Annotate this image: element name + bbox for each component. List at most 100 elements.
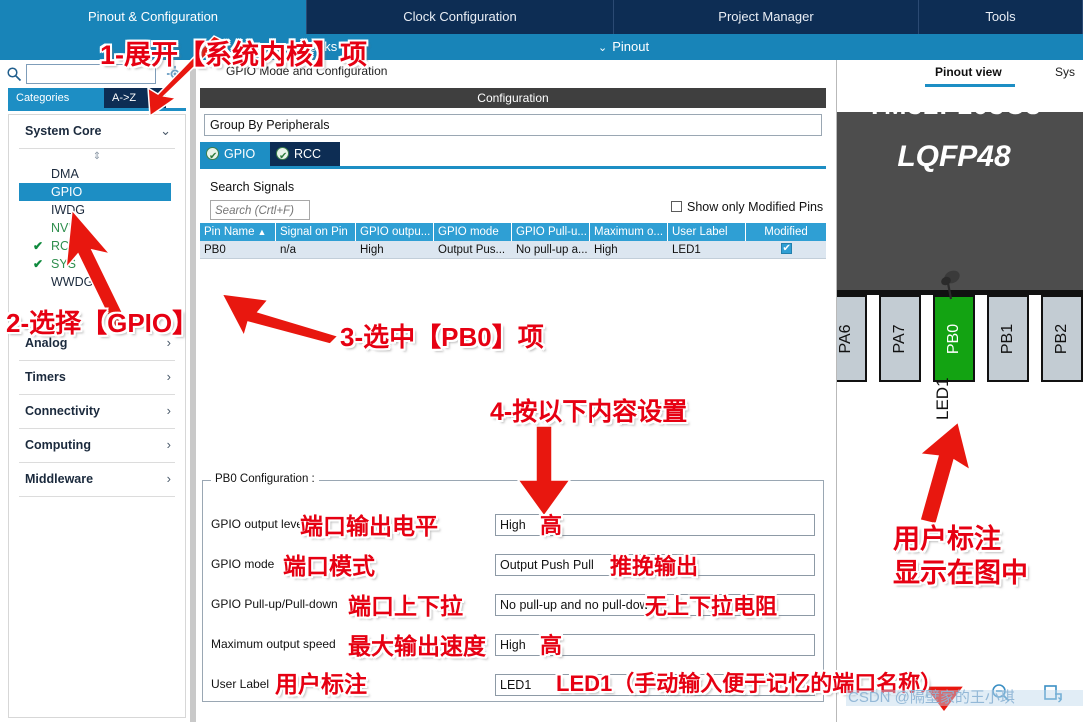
pin-label: PA6 xyxy=(837,323,854,354)
sidebar-group-middleware[interactable]: Middleware › xyxy=(19,463,175,497)
chevron-right-icon: › xyxy=(166,471,171,486)
tab-system-view[interactable]: Sys xyxy=(1055,65,1075,79)
col-signal-on-pin[interactable]: Signal on Pin xyxy=(276,223,356,241)
pin-label: PB1 xyxy=(999,323,1016,354)
sidebar-item-label: DMA xyxy=(51,167,79,181)
peripheral-tab-underline xyxy=(200,166,826,169)
pinout-label: Pinout xyxy=(612,39,650,54)
chevron-right-icon: › xyxy=(166,403,171,418)
pin-user-label: LED1 xyxy=(933,377,952,420)
pin-pa7[interactable]: PA7 xyxy=(879,295,921,382)
col-gpio-output[interactable]: GPIO outpu... xyxy=(356,223,434,241)
annotation-arrow-3 xyxy=(220,293,340,345)
configuration-header: Configuration xyxy=(200,88,826,108)
table-row[interactable]: PB0 n/a High Output Pus... No pull-up a.… xyxy=(200,241,826,259)
chevron-right-icon: › xyxy=(166,369,171,384)
sidebar-group-timers[interactable]: Timers › xyxy=(19,361,175,395)
pin-pb1[interactable]: PB1 xyxy=(987,295,1029,382)
left-panel: Categories A->Z System Core ⌄ ⇕ DMA GPIO… xyxy=(0,60,196,722)
col-gpio-pull[interactable]: GPIO Pull-u... xyxy=(512,223,590,241)
search-signals-input[interactable] xyxy=(210,200,310,220)
categories-button[interactable]: Categories xyxy=(8,88,104,108)
pin-table: Pin Name ▲ Signal on Pin GPIO outpu... GP… xyxy=(200,223,826,259)
center-panel: GPIO Mode and Configuration Configuratio… xyxy=(196,60,830,722)
annotation-value-no-pull: 无上下拉电阻 xyxy=(645,594,778,619)
annotation-step-2: 2-选择【GPIO】 xyxy=(6,308,199,338)
col-maximum-output[interactable]: Maximum o... xyxy=(590,223,668,241)
annotation-right-note-2: 显示在图中 xyxy=(893,558,1028,588)
app-window: Pinout & Configuration Clock Configurati… xyxy=(0,0,1083,722)
right-tab-row: Pinout view Sys xyxy=(837,60,1083,90)
col-label: Pin Name xyxy=(204,226,255,238)
pin-label: PB2 xyxy=(1053,323,1070,354)
sidebar-item-dma[interactable]: DMA xyxy=(19,165,185,183)
col-gpio-mode[interactable]: GPIO mode xyxy=(434,223,512,241)
checkbox-icon xyxy=(671,201,682,212)
annotation-output-speed: 最大输出速度 xyxy=(348,633,486,659)
table-header-row: Pin Name ▲ Signal on Pin GPIO outpu... GP… xyxy=(200,223,826,241)
annotation-value-high-1: 高 xyxy=(540,513,563,538)
sidebar-group-label: Connectivity xyxy=(25,404,101,418)
cell-maximum-output: High xyxy=(594,244,618,256)
tab-project-manager[interactable]: Project Manager xyxy=(614,0,919,34)
annotation-gpio-pull: 端口上下拉 xyxy=(348,593,463,619)
field-gpio-output-level: GPIO output level High xyxy=(203,514,825,537)
annotation-value-push-pull: 推挽输出 xyxy=(610,554,699,579)
sidebar-group-connectivity[interactable]: Connectivity › xyxy=(19,395,175,429)
show-only-modified-label: Show only Modified Pins xyxy=(687,200,824,214)
cell-pin-name: PB0 xyxy=(204,244,226,256)
peripheral-tab-rcc[interactable]: RCC xyxy=(270,142,340,169)
pin-pb0[interactable]: PB0 xyxy=(933,295,975,382)
sidebar-group-computing[interactable]: Computing › xyxy=(19,429,175,463)
main-tab-bar: Pinout & Configuration Clock Configurati… xyxy=(0,0,1083,34)
fieldset-legend: PB0 Configuration : xyxy=(211,473,319,485)
cell-gpio-mode: Output Pus... xyxy=(438,244,506,256)
sort-ascending-icon: ▲ xyxy=(257,227,267,237)
pin-row: PA6 PA7 PB0 PB1 PB2 xyxy=(837,295,1083,382)
chip-diagram[interactable]: TM32F103C8 LQFP48 PA6 PA7 PB0 PB1 PB2 LE… xyxy=(837,90,1083,722)
tab-clock-configuration[interactable]: Clock Configuration xyxy=(307,0,614,34)
field-label: User Label xyxy=(211,677,270,691)
annotation-step-1: 1-展开【系统内核】项 xyxy=(100,40,368,70)
annotation-gpio-mode: 端口模式 xyxy=(283,553,375,579)
annotation-user-label: 用户标注 xyxy=(275,671,367,697)
pin-pb2[interactable]: PB2 xyxy=(1041,295,1083,382)
annotation-value-high-2: 高 xyxy=(540,633,563,658)
col-user-label[interactable]: User Label xyxy=(668,223,746,241)
field-label: Maximum output speed xyxy=(211,637,336,651)
check-icon: ✔ xyxy=(33,239,44,253)
check-circle-icon xyxy=(276,145,289,169)
scroll-nub-icon[interactable]: ⇕ xyxy=(9,149,185,165)
tab-tools[interactable]: Tools xyxy=(919,0,1083,34)
group-by-peripherals-field[interactable]: Group By Peripherals xyxy=(204,114,822,136)
right-panel: Pinout view Sys TM32F103C8 LQFP48 PA6 PA… xyxy=(836,60,1083,722)
cell-gpio-pull: No pull-up a... xyxy=(516,244,588,256)
col-pin-name[interactable]: Pin Name ▲ xyxy=(200,223,276,241)
pin-label: PB0 xyxy=(945,323,962,354)
tab-pinout-view[interactable]: Pinout view xyxy=(935,65,1002,79)
sidebar-group-label: Computing xyxy=(25,438,91,452)
sidebar-group-label: System Core xyxy=(25,124,102,138)
peripheral-tab-label: GPIO xyxy=(224,147,256,161)
chevron-right-icon: › xyxy=(166,437,171,452)
sidebar-group-system-core[interactable]: System Core ⌄ xyxy=(19,115,175,149)
show-only-modified-pins-checkbox[interactable]: Show only Modified Pins xyxy=(671,200,823,214)
peripheral-tab-row: GPIO RCC xyxy=(200,142,826,169)
search-icon xyxy=(7,67,22,82)
sidebar-group-label: Timers xyxy=(25,370,66,384)
annotation-step-3: 3-选中【PB0】项 xyxy=(340,322,544,352)
search-signals-label: Search Signals xyxy=(210,180,295,194)
peripheral-tab-gpio[interactable]: GPIO xyxy=(200,142,270,169)
chevron-down-icon: ⌄ xyxy=(160,123,171,138)
pinout-dropdown[interactable]: ⌄ Pinout xyxy=(598,34,649,60)
annotation-arrow-5 xyxy=(918,420,972,525)
cell-modified xyxy=(746,241,826,258)
pin-pa6[interactable]: PA6 xyxy=(837,295,867,382)
pinout-view-underline xyxy=(925,84,1015,87)
annotation-output-level: 端口输出电平 xyxy=(300,513,438,539)
field-label: GPIO mode xyxy=(211,557,275,571)
tab-pinout-configuration[interactable]: Pinout & Configuration xyxy=(0,0,307,34)
col-modified[interactable]: Modified xyxy=(746,223,826,241)
peripheral-tab-label: RCC xyxy=(294,147,322,161)
cell-user-label: LED1 xyxy=(672,244,701,256)
